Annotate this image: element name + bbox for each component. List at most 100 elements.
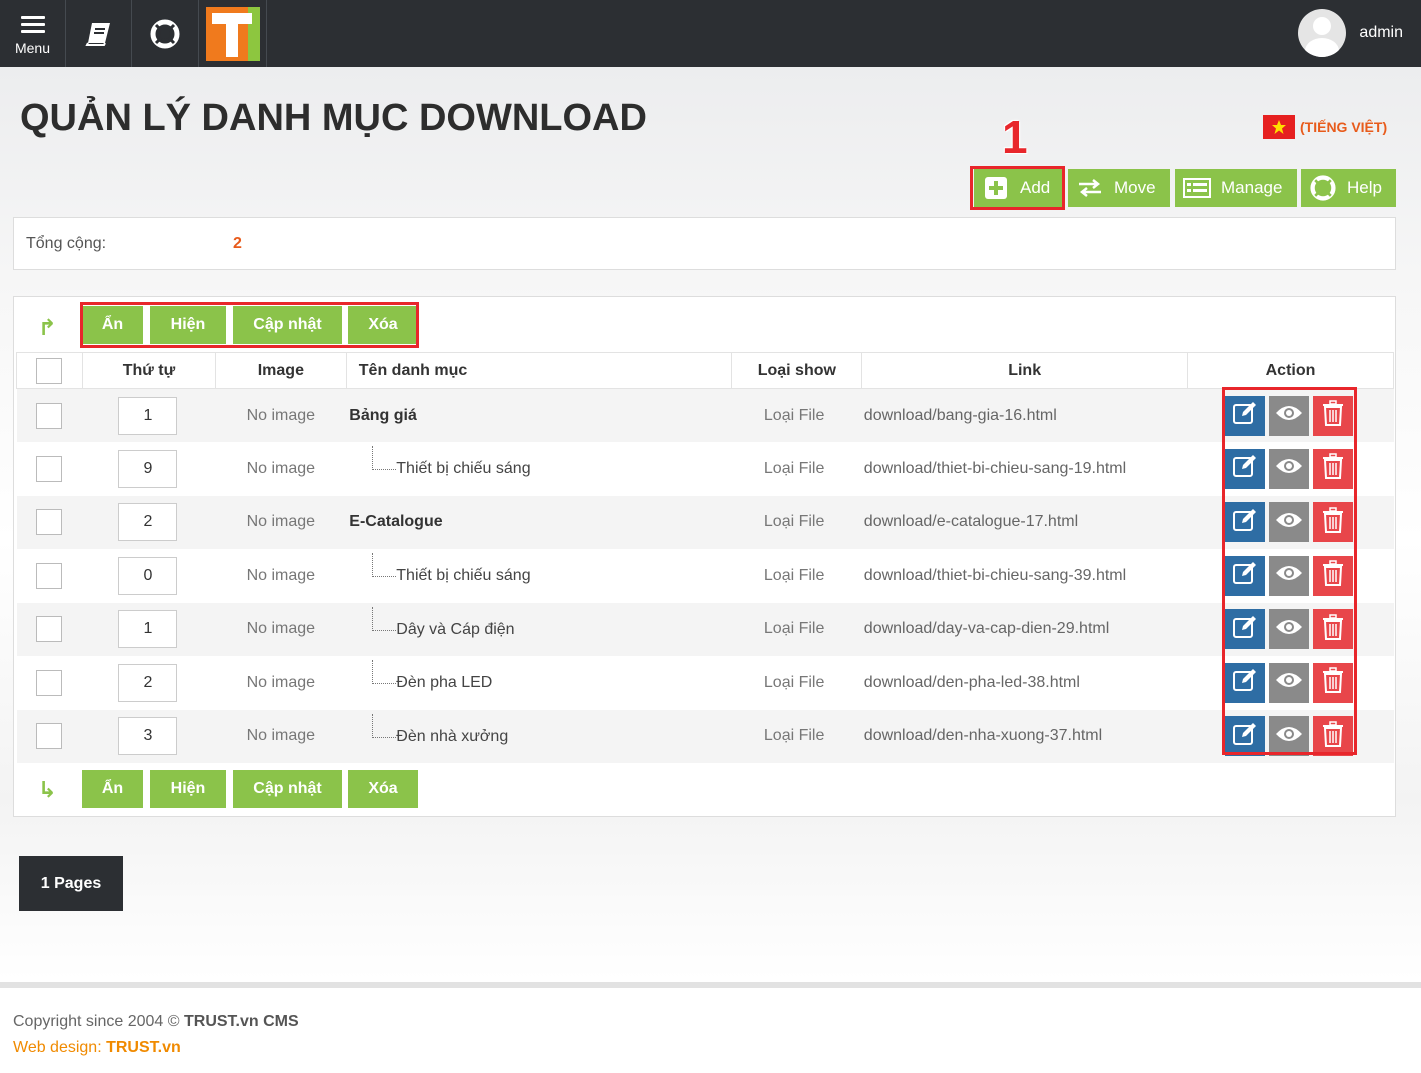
language-switch[interactable]: (TIẾNG VIỆT) <box>1263 115 1387 139</box>
col-order: Thứ tự <box>81 352 216 389</box>
highlight-bulk <box>80 302 419 348</box>
table-row: 0 No image Thiết bị chiếu sáng Loại File… <box>16 549 1394 603</box>
order-cell: 1 <box>82 602 216 656</box>
arrow-top-icon: ↱ <box>38 315 57 340</box>
manage-button[interactable]: Manage <box>1175 169 1297 207</box>
order-input[interactable]: 2 <box>118 663 178 702</box>
image-cell: No image <box>215 495 347 549</box>
support-button[interactable] <box>132 0 199 67</box>
copyright-brand: TRUST.vn CMS <box>184 1013 299 1030</box>
order-input[interactable]: 0 <box>118 556 178 595</box>
table-row: 1 No image Bảng giá Loại File download/b… <box>16 388 1394 442</box>
manage-label: Manage <box>1221 178 1283 197</box>
row-checkbox[interactable] <box>35 669 62 696</box>
image-cell: No image <box>215 602 347 656</box>
show-button[interactable]: Hiện <box>150 770 226 808</box>
image-cell: No image <box>215 549 347 603</box>
order-input[interactable]: 3 <box>118 717 178 756</box>
webdesign-brand[interactable]: TRUST.vn <box>106 1039 181 1056</box>
category-name-cell: Thiết bị chiếu sáng <box>346 442 732 496</box>
page-title: QUẢN LÝ DANH MỤC DOWNLOAD <box>20 97 647 139</box>
order-input[interactable]: 1 <box>118 396 178 435</box>
hide-button[interactable]: Ẩn <box>82 770 143 808</box>
select-cell <box>16 495 83 549</box>
user-menu[interactable]: admin <box>1298 9 1403 57</box>
order-input[interactable]: 1 <box>118 610 178 649</box>
row-checkbox[interactable] <box>35 455 62 482</box>
table-row: 2 No image E-Catalogue Loại File downloa… <box>16 495 1394 549</box>
category-name[interactable]: Dây và Cáp điện <box>396 621 514 639</box>
category-name[interactable]: Thiết bị chiếu sáng <box>396 460 530 478</box>
col-link: Link <box>861 352 1189 389</box>
row-checkbox[interactable] <box>35 402 62 429</box>
menu-button[interactable]: Menu <box>0 0 66 67</box>
book-button[interactable] <box>66 0 132 67</box>
webdesign-credit: Web design: TRUST.vn <box>13 1039 181 1057</box>
link-cell: download/den-pha-led-38.html <box>861 656 1188 710</box>
show-type-cell: Loại File <box>731 442 862 496</box>
order-cell: 2 <box>82 656 216 710</box>
col-image: Image <box>214 352 347 389</box>
highlight-actions <box>1222 387 1357 755</box>
category-panel: ↱ Ẩn Hiện Cập nhật Xóa Thứ tự Image Tên … <box>13 296 1396 817</box>
copyright-text: Copyright since 2004 © <box>13 1013 184 1030</box>
category-name-cell: Đèn pha LED <box>346 656 732 710</box>
col-name: Tên danh mục <box>345 352 733 389</box>
tree-connector <box>372 446 397 471</box>
delete-button[interactable]: Xóa <box>348 770 418 808</box>
annotation-1: 1 <box>1002 111 1028 163</box>
link-cell: download/day-va-cap-dien-29.html <box>861 602 1188 656</box>
table-header: Thứ tự Image Tên danh mục Loại show Link… <box>16 352 1394 389</box>
tree-connector <box>372 553 397 578</box>
row-checkbox[interactable] <box>35 562 62 589</box>
table-row: 9 No image Thiết bị chiếu sáng Loại File… <box>16 442 1394 496</box>
category-name-cell: E-Catalogue <box>346 495 732 549</box>
tree-connector <box>372 606 397 631</box>
image-cell: No image <box>215 388 347 442</box>
show-type-cell: Loại File <box>731 388 862 442</box>
select-cell <box>16 709 83 763</box>
help-button[interactable]: Help <box>1301 169 1396 207</box>
show-type-cell: Loại File <box>731 602 862 656</box>
category-name[interactable]: Đèn nhà xưởng <box>396 728 508 746</box>
order-input[interactable]: 2 <box>118 503 178 542</box>
book-icon <box>84 22 110 46</box>
category-name[interactable]: Đèn pha LED <box>396 674 492 692</box>
list-icon <box>1183 174 1211 202</box>
highlight-add <box>970 166 1065 210</box>
user-name: admin <box>1359 24 1403 41</box>
copyright: Copyright since 2004 © TRUST.vn CMS <box>13 1013 299 1031</box>
link-cell: download/den-nha-xuong-37.html <box>861 709 1188 763</box>
category-name-cell: Đèn nhà xưởng <box>346 709 732 763</box>
category-name-cell: Thiết bị chiếu sáng <box>346 549 732 603</box>
move-button[interactable]: Move <box>1068 169 1170 207</box>
lifebuoy-icon <box>1309 174 1337 202</box>
link-cell: download/thiet-bi-chieu-sang-19.html <box>861 442 1188 496</box>
select-cell <box>16 602 83 656</box>
lifebuoy-icon <box>150 19 180 48</box>
show-type-cell: Loại File <box>731 709 862 763</box>
summary-box: Tổng cộng: 2 <box>13 217 1396 270</box>
webdesign-text: Web design: <box>13 1039 107 1056</box>
select-cell <box>16 656 83 710</box>
row-checkbox[interactable] <box>35 723 62 750</box>
total-value: 2 <box>233 235 242 252</box>
order-input[interactable]: 9 <box>118 449 178 488</box>
row-checkbox[interactable] <box>35 509 62 536</box>
link-cell: download/thiet-bi-chieu-sang-39.html <box>861 549 1188 603</box>
show-type-cell: Loại File <box>731 656 862 710</box>
select-all-checkbox[interactable] <box>36 357 62 384</box>
category-name[interactable]: E-Catalogue <box>349 513 442 530</box>
select-all-cell <box>16 352 83 389</box>
category-name[interactable]: Thiết bị chiếu sáng <box>396 567 530 585</box>
show-type-cell: Loại File <box>731 549 862 603</box>
pagination[interactable]: 1 Pages <box>19 856 123 911</box>
row-checkbox[interactable] <box>35 616 62 643</box>
hamburger-icon <box>20 12 45 37</box>
category-name[interactable]: Bảng giá <box>349 407 417 424</box>
update-button[interactable]: Cập nhật <box>233 770 342 808</box>
category-name-cell: Dây và Cáp điện <box>346 602 732 656</box>
table-row: 3 No image Đèn nhà xưởng Loại File downl… <box>16 709 1394 763</box>
trust-logo[interactable] <box>199 0 267 67</box>
image-cell: No image <box>215 656 347 710</box>
